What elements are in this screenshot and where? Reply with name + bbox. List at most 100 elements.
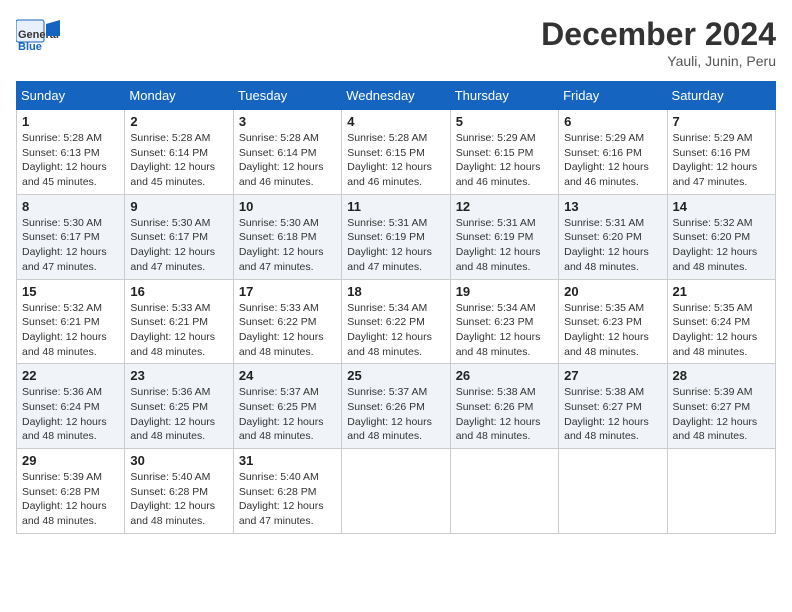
day-header-friday: Friday xyxy=(559,82,667,110)
calendar-cell: 24 Sunrise: 5:37 AMSunset: 6:25 PMDayligh… xyxy=(233,364,341,449)
calendar-cell: 5 Sunrise: 5:29 AMSunset: 6:15 PMDaylight… xyxy=(450,110,558,195)
calendar-table: SundayMondayTuesdayWednesdayThursdayFrid… xyxy=(16,81,776,534)
calendar-cell: 3Sunrise: 5:28 AMSunset: 6:14 PMDaylight… xyxy=(233,110,341,195)
day-number: 7 xyxy=(673,114,770,129)
day-number: 16 xyxy=(130,284,227,299)
day-number: 12 xyxy=(456,199,553,214)
day-header-saturday: Saturday xyxy=(667,82,775,110)
day-info: Sunrise: 5:29 AMSunset: 6:16 PMDaylight:… xyxy=(564,131,661,190)
calendar-cell: 20 Sunrise: 5:35 AMSunset: 6:23 PMDayligh… xyxy=(559,279,667,364)
calendar-cell: 10 Sunrise: 5:30 AMSunset: 6:18 PMDayligh… xyxy=(233,194,341,279)
day-info: Sunrise: 5:29 AMSunset: 6:15 PMDaylight:… xyxy=(456,131,553,190)
day-info: Sunrise: 5:36 AMSunset: 6:25 PMDaylight:… xyxy=(130,385,227,444)
calendar-cell: 23 Sunrise: 5:36 AMSunset: 6:25 PMDayligh… xyxy=(125,364,233,449)
day-number: 30 xyxy=(130,453,227,468)
calendar-cell: 14 Sunrise: 5:32 AMSunset: 6:20 PMDayligh… xyxy=(667,194,775,279)
day-number: 2 xyxy=(130,114,227,129)
day-info: Sunrise: 5:31 AMSunset: 6:19 PMDaylight:… xyxy=(347,216,444,275)
calendar-cell: 2Sunrise: 5:28 AMSunset: 6:14 PMDaylight… xyxy=(125,110,233,195)
day-info: Sunrise: 5:35 AMSunset: 6:23 PMDaylight:… xyxy=(564,301,661,360)
calendar-cell: 26 Sunrise: 5:38 AMSunset: 6:26 PMDayligh… xyxy=(450,364,558,449)
calendar-cell: 31Sunrise: 5:40 AMSunset: 6:28 PMDayligh… xyxy=(233,449,341,534)
day-number: 25 xyxy=(347,368,444,383)
day-header-tuesday: Tuesday xyxy=(233,82,341,110)
day-info: Sunrise: 5:32 AMSunset: 6:20 PMDaylight:… xyxy=(673,216,770,275)
day-number: 10 xyxy=(239,199,336,214)
day-number: 3 xyxy=(239,114,336,129)
day-header-wednesday: Wednesday xyxy=(342,82,450,110)
day-info: Sunrise: 5:28 AMSunset: 6:15 PMDaylight:… xyxy=(347,131,444,190)
day-number: 5 xyxy=(456,114,553,129)
day-info: Sunrise: 5:34 AMSunset: 6:23 PMDaylight:… xyxy=(456,301,553,360)
svg-text:Blue: Blue xyxy=(18,41,42,52)
day-number: 20 xyxy=(564,284,661,299)
day-number: 19 xyxy=(456,284,553,299)
title-block: December 2024 Yauli, Junin, Peru xyxy=(541,16,776,69)
day-number: 17 xyxy=(239,284,336,299)
calendar-cell: 30 Sunrise: 5:40 AMSunset: 6:28 PMDayligh… xyxy=(125,449,233,534)
day-info: Sunrise: 5:36 AMSunset: 6:24 PMDaylight:… xyxy=(22,385,119,444)
day-number: 26 xyxy=(456,368,553,383)
day-info: Sunrise: 5:30 AMSunset: 6:17 PMDaylight:… xyxy=(130,216,227,275)
calendar-cell: 12 Sunrise: 5:31 AMSunset: 6:19 PMDayligh… xyxy=(450,194,558,279)
day-number: 1 xyxy=(22,114,119,129)
calendar-cell: 15 Sunrise: 5:32 AMSunset: 6:21 PMDayligh… xyxy=(17,279,125,364)
day-info: Sunrise: 5:30 AMSunset: 6:18 PMDaylight:… xyxy=(239,216,336,275)
calendar-cell: 4 Sunrise: 5:28 AMSunset: 6:15 PMDaylight… xyxy=(342,110,450,195)
day-info: Sunrise: 5:39 AMSunset: 6:28 PMDaylight:… xyxy=(22,470,119,529)
day-info: Sunrise: 5:33 AMSunset: 6:22 PMDaylight:… xyxy=(239,301,336,360)
calendar-week-4: 22 Sunrise: 5:36 AMSunset: 6:24 PMDayligh… xyxy=(17,364,776,449)
calendar-cell: 17 Sunrise: 5:33 AMSunset: 6:22 PMDayligh… xyxy=(233,279,341,364)
page-header: General Blue December 2024 Yauli, Junin,… xyxy=(16,16,776,69)
day-number: 28 xyxy=(673,368,770,383)
day-number: 14 xyxy=(673,199,770,214)
calendar-cell xyxy=(342,449,450,534)
calendar-cell: 28 Sunrise: 5:39 AMSunset: 6:27 PMDayligh… xyxy=(667,364,775,449)
calendar-cell: 22 Sunrise: 5:36 AMSunset: 6:24 PMDayligh… xyxy=(17,364,125,449)
day-number: 8 xyxy=(22,199,119,214)
day-number: 18 xyxy=(347,284,444,299)
day-info: Sunrise: 5:40 AMSunset: 6:28 PMDaylight:… xyxy=(130,470,227,529)
calendar-week-2: 8 Sunrise: 5:30 AMSunset: 6:17 PMDaylight… xyxy=(17,194,776,279)
calendar-week-5: 29Sunrise: 5:39 AMSunset: 6:28 PMDayligh… xyxy=(17,449,776,534)
calendar-cell: 1 Sunrise: 5:28 AMSunset: 6:13 PMDaylight… xyxy=(17,110,125,195)
day-info: Sunrise: 5:37 AMSunset: 6:25 PMDaylight:… xyxy=(239,385,336,444)
day-info: Sunrise: 5:31 AMSunset: 6:19 PMDaylight:… xyxy=(456,216,553,275)
calendar-week-3: 15 Sunrise: 5:32 AMSunset: 6:21 PMDayligh… xyxy=(17,279,776,364)
day-header-monday: Monday xyxy=(125,82,233,110)
calendar-cell: 11Sunrise: 5:31 AMSunset: 6:19 PMDayligh… xyxy=(342,194,450,279)
day-info: Sunrise: 5:37 AMSunset: 6:26 PMDaylight:… xyxy=(347,385,444,444)
day-number: 4 xyxy=(347,114,444,129)
day-number: 15 xyxy=(22,284,119,299)
calendar-cell: 16 Sunrise: 5:33 AMSunset: 6:21 PMDayligh… xyxy=(125,279,233,364)
day-info: Sunrise: 5:31 AMSunset: 6:20 PMDaylight:… xyxy=(564,216,661,275)
day-info: Sunrise: 5:38 AMSunset: 6:26 PMDaylight:… xyxy=(456,385,553,444)
day-info: Sunrise: 5:39 AMSunset: 6:27 PMDaylight:… xyxy=(673,385,770,444)
logo: General Blue xyxy=(16,16,60,52)
calendar-cell: 18Sunrise: 5:34 AMSunset: 6:22 PMDayligh… xyxy=(342,279,450,364)
calendar-cell: 19 Sunrise: 5:34 AMSunset: 6:23 PMDayligh… xyxy=(450,279,558,364)
day-number: 27 xyxy=(564,368,661,383)
calendar-header-row: SundayMondayTuesdayWednesdayThursdayFrid… xyxy=(17,82,776,110)
day-header-sunday: Sunday xyxy=(17,82,125,110)
day-number: 31 xyxy=(239,453,336,468)
day-header-thursday: Thursday xyxy=(450,82,558,110)
calendar-cell xyxy=(667,449,775,534)
day-number: 24 xyxy=(239,368,336,383)
calendar-cell xyxy=(559,449,667,534)
day-info: Sunrise: 5:29 AMSunset: 6:16 PMDaylight:… xyxy=(673,131,770,190)
day-number: 13 xyxy=(564,199,661,214)
calendar-cell: 25 Sunrise: 5:37 AMSunset: 6:26 PMDayligh… xyxy=(342,364,450,449)
day-number: 23 xyxy=(130,368,227,383)
day-number: 22 xyxy=(22,368,119,383)
calendar-cell: 27Sunrise: 5:38 AMSunset: 6:27 PMDayligh… xyxy=(559,364,667,449)
day-info: Sunrise: 5:33 AMSunset: 6:21 PMDaylight:… xyxy=(130,301,227,360)
calendar-cell xyxy=(450,449,558,534)
logo-icon: General Blue xyxy=(16,16,60,52)
calendar-cell: 6 Sunrise: 5:29 AMSunset: 6:16 PMDaylight… xyxy=(559,110,667,195)
day-info: Sunrise: 5:35 AMSunset: 6:24 PMDaylight:… xyxy=(673,301,770,360)
day-number: 6 xyxy=(564,114,661,129)
day-info: Sunrise: 5:28 AMSunset: 6:13 PMDaylight:… xyxy=(22,131,119,190)
day-info: Sunrise: 5:32 AMSunset: 6:21 PMDaylight:… xyxy=(22,301,119,360)
calendar-cell: 21Sunrise: 5:35 AMSunset: 6:24 PMDayligh… xyxy=(667,279,775,364)
